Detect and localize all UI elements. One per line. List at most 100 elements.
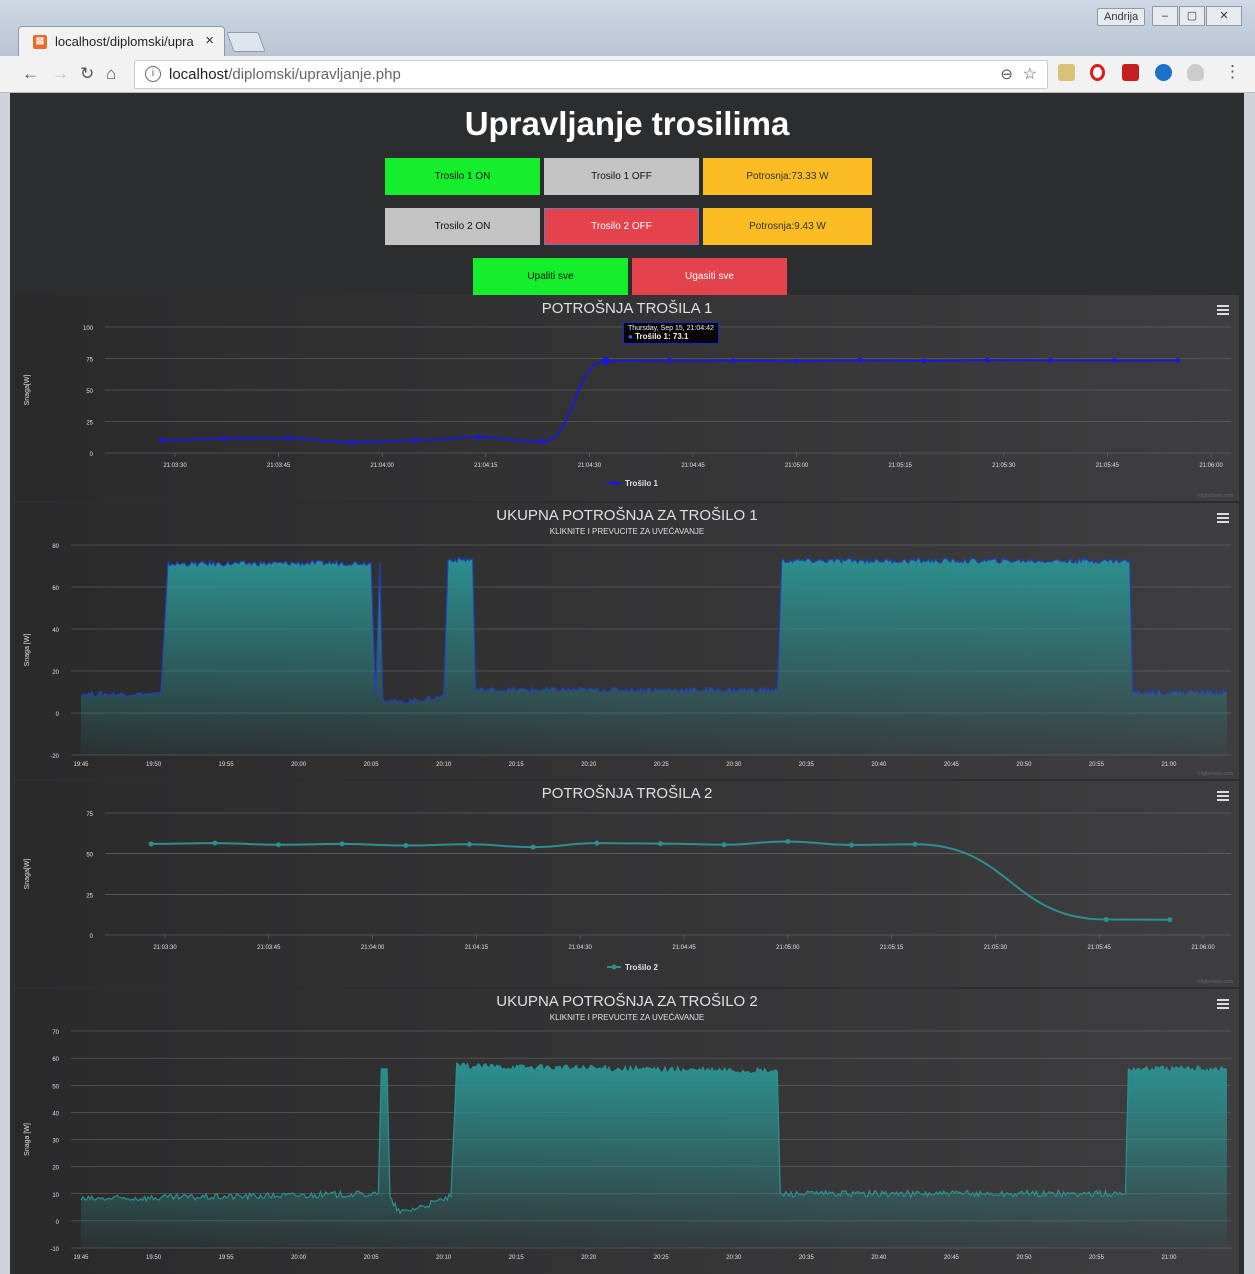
extension-cloud-icon[interactable] [1187, 64, 1204, 81]
url-host: localhost [169, 66, 229, 83]
data-point[interactable] [412, 437, 418, 443]
data-point[interactable] [785, 838, 791, 844]
x-tick-label: 20:00 [291, 762, 307, 768]
chart-menu-icon[interactable] [1217, 999, 1229, 1009]
data-point[interactable] [1175, 358, 1181, 364]
x-tick-label: 21:06:00 [1199, 463, 1223, 469]
data-point[interactable] [848, 842, 854, 848]
data-point[interactable] [285, 435, 291, 441]
y-tick-label: -10 [50, 1247, 59, 1253]
tooltip-date: Thursday, Sep 15, 21:04:42 [628, 325, 714, 332]
back-arrow-icon[interactable]: ← [22, 64, 39, 84]
data-point[interactable] [466, 841, 472, 847]
chart-subtitle: KLIKNITE I PREVUCITE ZA UVEĆAVANJE [549, 1013, 705, 1022]
chart-trosilo1-total[interactable]: -20 0 20 40 60 80 Snaga [W] 19:45 19:50 19:55 20:0… [15, 503, 1239, 779]
x-tick-label: 20:05 [364, 762, 380, 768]
address-bar[interactable]: i localhost/diplomski/upravljanje.php ⊖ … [134, 60, 1048, 89]
data-point[interactable] [275, 842, 281, 848]
data-point[interactable] [1167, 917, 1173, 923]
data-point[interactable] [530, 844, 536, 850]
reload-icon[interactable]: ↻ [80, 64, 94, 84]
new-tab-button[interactable] [226, 32, 266, 52]
all-on-button[interactable]: Upaliti sve [473, 258, 628, 295]
minimize-icon[interactable]: – [1152, 6, 1178, 26]
close-tab-icon[interactable]: × [205, 32, 214, 49]
data-point[interactable] [1048, 357, 1054, 363]
extension-red-icon[interactable] [1122, 64, 1139, 81]
zoom-icon[interactable]: ⊖ [1000, 65, 1013, 83]
page-content: Upravljanje trosilima Trosilo 1 ON Trosi… [10, 93, 1244, 1274]
data-point[interactable] [721, 842, 727, 848]
chart-svg: -20 0 20 40 60 80 Snaga [W] 19:45 19:50 19:55 20:0… [24, 544, 1231, 768]
data-point[interactable] [657, 841, 663, 847]
data-point[interactable] [339, 841, 345, 847]
browser-menu-icon[interactable]: ⋮ [1224, 62, 1241, 82]
tooltip-value: ● Trošilo 1: 73.1 [628, 332, 689, 341]
trosilo2-off-button[interactable]: Trosilo 2 OFF [544, 208, 699, 245]
x-tick-label: 20:30 [726, 762, 742, 768]
chart-title: POTROŠNJA TROŠILA 1 [541, 300, 713, 317]
chart-menu-icon[interactable] [1217, 305, 1229, 315]
profile-button[interactable]: Andrija [1097, 8, 1146, 26]
extension-blue-icon[interactable] [1155, 64, 1172, 81]
highcharts-credit[interactable]: Highcharts.com [1198, 771, 1233, 777]
x-tick-label: 20:45 [944, 762, 960, 768]
forward-arrow-icon[interactable]: → [52, 64, 69, 84]
data-point[interactable] [476, 434, 482, 440]
data-point[interactable] [667, 358, 673, 364]
x-tick-label: 20:35 [799, 762, 815, 768]
data-point[interactable] [148, 841, 154, 847]
trosilo1-off-button[interactable]: Trosilo 1 OFF [544, 158, 699, 195]
data-point[interactable] [1111, 358, 1117, 364]
data-point[interactable] [984, 357, 990, 363]
opera-icon[interactable] [1090, 64, 1105, 81]
data-point[interactable] [212, 840, 218, 846]
home-icon[interactable]: ⌂ [106, 64, 116, 84]
data-point[interactable] [594, 840, 600, 846]
data-point[interactable] [222, 436, 228, 442]
bookmark-star-icon[interactable]: ☆ [1023, 64, 1037, 84]
x-tick-label: 20:40 [871, 1255, 887, 1261]
data-point[interactable] [158, 437, 164, 443]
chart-trosilo2-total[interactable]: -10 0 10 20 30 40 50 60 70 Snaga [W] 19:45 19:50 19:… [15, 989, 1239, 1274]
data-point[interactable] [403, 843, 409, 849]
data-point[interactable] [1103, 917, 1109, 923]
legend-label[interactable]: Trošilo 1 [625, 479, 658, 488]
data-point[interactable] [857, 357, 863, 363]
series-area [81, 1063, 1227, 1248]
chart-menu-icon[interactable] [1217, 513, 1229, 523]
data-point[interactable] [539, 439, 545, 445]
chart-title: UKUPNA POTROŠNJA ZA TROŠILO 1 [496, 507, 758, 524]
chart-trosilo2-live[interactable]: 0 25 50 75 Snaga[W] 21:03:30 21:03:45 21:04:00 2… [15, 781, 1239, 987]
x-tick-label: 21:05:30 [984, 945, 1008, 951]
extension-map-icon[interactable] [1058, 64, 1075, 81]
chart-menu-icon[interactable] [1217, 791, 1229, 801]
y-axis-label: Snaga[W] [24, 859, 31, 890]
trosilo2-on-button[interactable]: Trosilo 2 ON [385, 208, 540, 245]
chart-trosilo1-live[interactable]: 0 25 50 75 100 Snaga[W] 21:03:30 21:03:45 21:04:… [15, 295, 1239, 501]
y-tick-label: 50 [52, 1084, 59, 1090]
x-tick-label: 21:03:30 [163, 463, 187, 469]
browser-toolbar: ← → ↻ ⌂ i localhost/diplomski/upravljanj… [0, 56, 1255, 93]
legend-label[interactable]: Trošilo 2 [625, 963, 658, 972]
tab-strip: ⊠ localhost/diplomski/upra × Andrija – ▢… [0, 0, 1255, 57]
x-tick-label: 21:04:15 [465, 945, 489, 951]
data-point[interactable] [349, 439, 355, 445]
highcharts-credit[interactable]: Highcharts.com [1198, 493, 1233, 499]
data-point[interactable] [921, 358, 927, 364]
highcharts-credit[interactable]: Highcharts.com [1198, 979, 1233, 985]
data-point[interactable] [912, 841, 918, 847]
y-tick-label: 75 [86, 812, 93, 818]
maximize-icon[interactable]: ▢ [1179, 6, 1205, 26]
trosilo1-on-button[interactable]: Trosilo 1 ON [385, 158, 540, 195]
data-point[interactable] [601, 356, 610, 365]
y-tick-label: 20 [52, 670, 59, 676]
site-info-icon[interactable]: i [145, 66, 161, 82]
all-off-button[interactable]: Ugasiti sve [632, 258, 787, 295]
browser-tab[interactable]: ⊠ localhost/diplomski/upra × [18, 26, 225, 57]
data-point[interactable] [730, 358, 736, 364]
data-point[interactable] [794, 358, 800, 364]
tab-title: localhost/diplomski/upra [55, 34, 194, 49]
y-tick-label: 50 [86, 389, 93, 395]
window-close-icon[interactable]: ✕ [1206, 6, 1242, 26]
